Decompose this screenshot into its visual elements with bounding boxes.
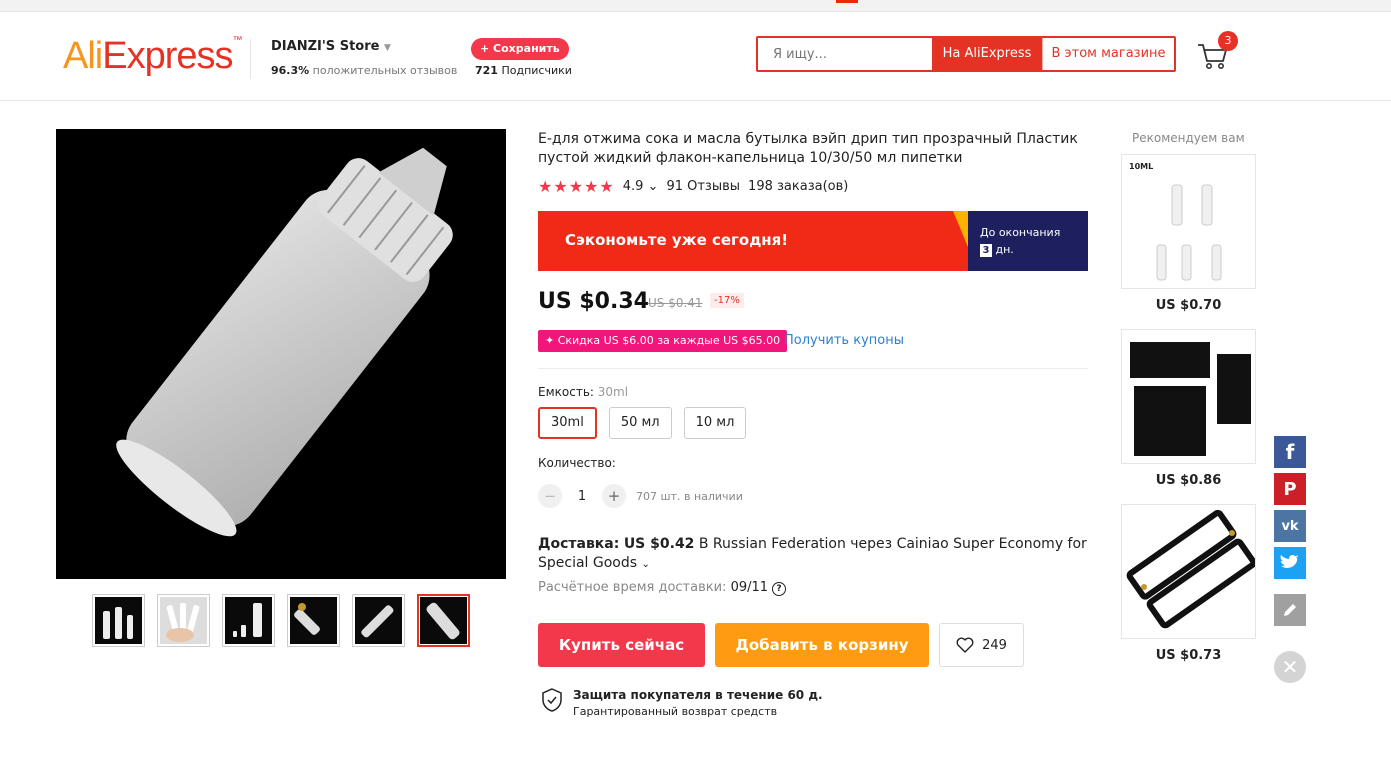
edit-button[interactable] bbox=[1274, 594, 1306, 626]
thumbnail[interactable] bbox=[157, 594, 210, 647]
pencil-icon bbox=[1284, 604, 1296, 616]
pinterest-icon: P bbox=[1283, 478, 1297, 500]
shield-check-icon bbox=[542, 688, 562, 712]
search-aliexpress-button[interactable]: На AliExpress bbox=[932, 38, 1042, 70]
subscribers: 721 Подписчики bbox=[475, 64, 572, 77]
old-price: US $0.41 bbox=[648, 296, 703, 310]
add-to-cart-button[interactable]: Добавить в корзину bbox=[715, 623, 929, 667]
search-input[interactable] bbox=[758, 38, 932, 70]
recommend-title: Рекомендуем вам bbox=[1132, 131, 1245, 145]
caret-down-icon: ▼ bbox=[383, 43, 391, 53]
facebook-icon: f bbox=[1285, 440, 1295, 464]
wishlist-count: 249 bbox=[982, 637, 1007, 653]
recommend-item[interactable]: US $0.86 bbox=[1121, 329, 1256, 488]
chevron-down-icon: ⌄ bbox=[641, 559, 650, 570]
thumbnail[interactable] bbox=[352, 594, 405, 647]
buy-now-button[interactable]: Купить сейчас bbox=[538, 623, 705, 667]
save-store-button[interactable]: + Сохранить bbox=[471, 38, 569, 60]
product-main-image[interactable] bbox=[56, 129, 506, 579]
orders-count: 198 заказа(ов) bbox=[748, 179, 849, 194]
product-title: E-для отжима сока и масла бутылка вэйп д… bbox=[538, 131, 1078, 166]
quantity-stepper: − 1 + 707 шт. в наличии bbox=[538, 484, 743, 508]
delivery-estimate: Расчётное время доставки: 09/11? bbox=[538, 580, 787, 596]
current-price: US $0.34 bbox=[538, 289, 649, 314]
recommend-item-image: 10ML bbox=[1121, 154, 1256, 289]
pinterest-share-button[interactable]: P bbox=[1274, 473, 1306, 505]
aliexpress-logo[interactable]: AliExpress™ bbox=[63, 35, 243, 78]
recommend-item-image bbox=[1121, 504, 1256, 639]
bottle-image bbox=[116, 147, 453, 537]
reviews-count[interactable]: 91 Отзывы bbox=[666, 179, 740, 194]
twitter-share-button[interactable] bbox=[1274, 547, 1306, 579]
heart-icon bbox=[956, 637, 974, 653]
recommend-item[interactable]: 10ML US $0.70 bbox=[1121, 154, 1256, 313]
header-divider bbox=[250, 39, 251, 79]
capacity-option-30ml[interactable]: 30ml bbox=[538, 407, 597, 439]
capacity-options: 30ml 50 мл 10 мл bbox=[538, 407, 747, 439]
capacity-label: Емкость: 30ml bbox=[538, 385, 629, 399]
divider bbox=[538, 368, 1088, 369]
capacity-option-10ml[interactable]: 10 мл bbox=[683, 407, 747, 439]
recommend-item-price: US $0.73 bbox=[1155, 648, 1222, 663]
thumbnail-selected[interactable] bbox=[417, 594, 470, 647]
thumbnail[interactable] bbox=[287, 594, 340, 647]
thumbnail[interactable] bbox=[222, 594, 275, 647]
recommend-item-price: US $0.70 bbox=[1155, 298, 1222, 313]
vk-share-button[interactable]: vk bbox=[1274, 510, 1306, 542]
facebook-share-button[interactable]: f bbox=[1274, 436, 1306, 468]
rating-stars-icon: ★★★★★ bbox=[538, 177, 615, 196]
quantity-plus-button[interactable]: + bbox=[602, 484, 626, 508]
wishlist-button[interactable]: 249 bbox=[939, 623, 1024, 667]
search-store-button[interactable]: В этом магазине bbox=[1042, 38, 1174, 70]
help-icon[interactable]: ? bbox=[772, 582, 787, 596]
quantity-value[interactable]: 1 bbox=[572, 489, 592, 504]
quantity-label: Количество: bbox=[538, 456, 616, 470]
search-bar: На AliExpress В этом магазине bbox=[756, 36, 1176, 72]
recommend-item-price: US $0.86 bbox=[1155, 473, 1222, 488]
buyer-protection: Защита покупателя в течение 60 д. Гарант… bbox=[541, 688, 823, 718]
get-coupons-link[interactable]: Получить купоны bbox=[784, 333, 904, 348]
coupon-badge: ✦ Скидка US $6.00 за каждые US $65.00 bbox=[538, 330, 788, 352]
capacity-option-50ml[interactable]: 50 мл bbox=[608, 407, 672, 439]
rating-value[interactable]: 4.9 ⌄ bbox=[623, 179, 659, 194]
store-rating: 96.3% положительных отзывов bbox=[271, 64, 458, 77]
protection-subtitle: Гарантированный возврат средств bbox=[573, 705, 778, 718]
cart-count-badge: 3 bbox=[1218, 31, 1238, 51]
vk-icon: vk bbox=[1281, 518, 1299, 534]
promo-banner-text: Сэкономьте уже сегодня! bbox=[565, 231, 789, 249]
close-social-button[interactable]: ✕ bbox=[1274, 651, 1306, 683]
recommend-item[interactable]: US $0.73 bbox=[1121, 504, 1256, 663]
top-strip-marker bbox=[836, 0, 858, 3]
twitter-icon bbox=[1280, 555, 1299, 568]
quantity-minus-button[interactable]: − bbox=[538, 484, 562, 508]
store-name[interactable]: DIANZI'S Store ▼ bbox=[271, 39, 391, 54]
header: AliExpress™ DIANZI'S Store ▼ 96.3% полож… bbox=[0, 13, 1391, 101]
shipping-info[interactable]: Доставка: US $0.42 В Russian Federation … bbox=[538, 535, 1098, 574]
thumbnail-strip bbox=[92, 594, 470, 647]
countdown: До окончания 3 дн. bbox=[980, 226, 1061, 257]
rating-row: ★★★★★ 4.9 ⌄ 91 Отзывы 198 заказа(ов) bbox=[538, 177, 848, 196]
discount-badge: -17% bbox=[710, 293, 744, 308]
protection-title: Защита покупателя в течение 60 д. bbox=[573, 688, 823, 702]
recommend-item-image bbox=[1121, 329, 1256, 464]
promo-banner: Сэкономьте уже сегодня! До окончания 3 д… bbox=[538, 211, 1088, 271]
top-strip bbox=[0, 0, 1391, 12]
stock-count: 707 шт. в наличии bbox=[636, 489, 743, 503]
thumbnail[interactable] bbox=[92, 594, 145, 647]
